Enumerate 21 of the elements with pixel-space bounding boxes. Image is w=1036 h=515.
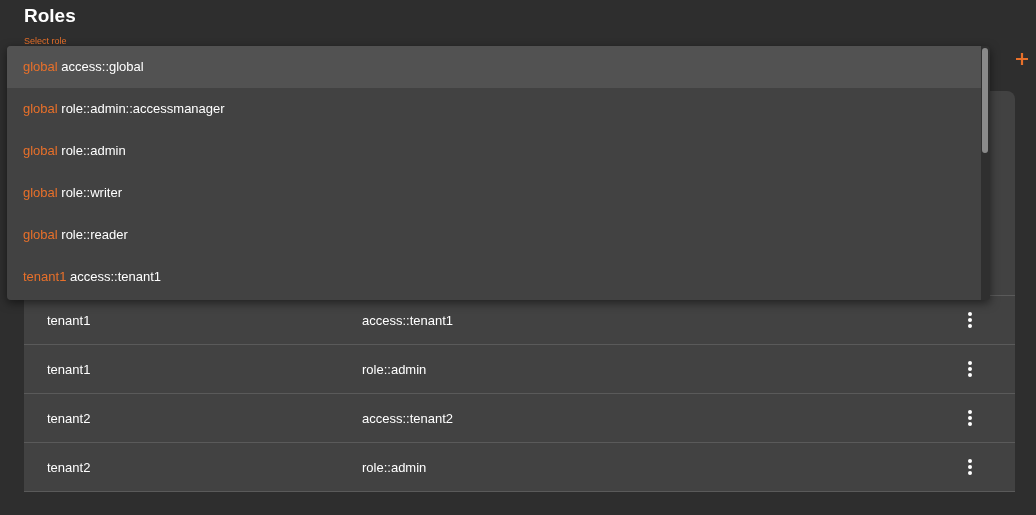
dropdown-option[interactable]: tenant1 access::tenant1 (7, 256, 981, 298)
more-options-icon[interactable] (967, 360, 973, 378)
table-cell-text: role::admin (362, 361, 428, 377)
dropdown-option[interactable]: global role::reader (7, 214, 981, 256)
page-title: Roles (24, 4, 77, 28)
more-options-icon[interactable] (967, 311, 973, 329)
table-cell-text: access::tenant1 (362, 312, 455, 328)
table-cell-text: tenant2 (47, 410, 92, 426)
more-options-icon[interactable] (967, 409, 973, 427)
table-cell-text: access::tenant2 (362, 410, 455, 426)
table-cell-text: tenant2 (47, 459, 92, 475)
table-cell-text: tenant1 (47, 312, 92, 328)
select-label: Select role (24, 36, 67, 46)
more-options-icon[interactable] (967, 458, 973, 476)
table-cell-text: role::admin (362, 459, 428, 475)
dropdown-option[interactable]: global access::global (7, 46, 981, 88)
table-cell-text: tenant1 (47, 361, 92, 377)
add-icon[interactable] (1015, 52, 1029, 66)
dropdown-option[interactable]: global role::admin (7, 130, 981, 172)
dropdown-option[interactable]: global role::writer (7, 172, 981, 214)
dropdown-option[interactable]: global role::admin::accessmanager (7, 88, 981, 130)
